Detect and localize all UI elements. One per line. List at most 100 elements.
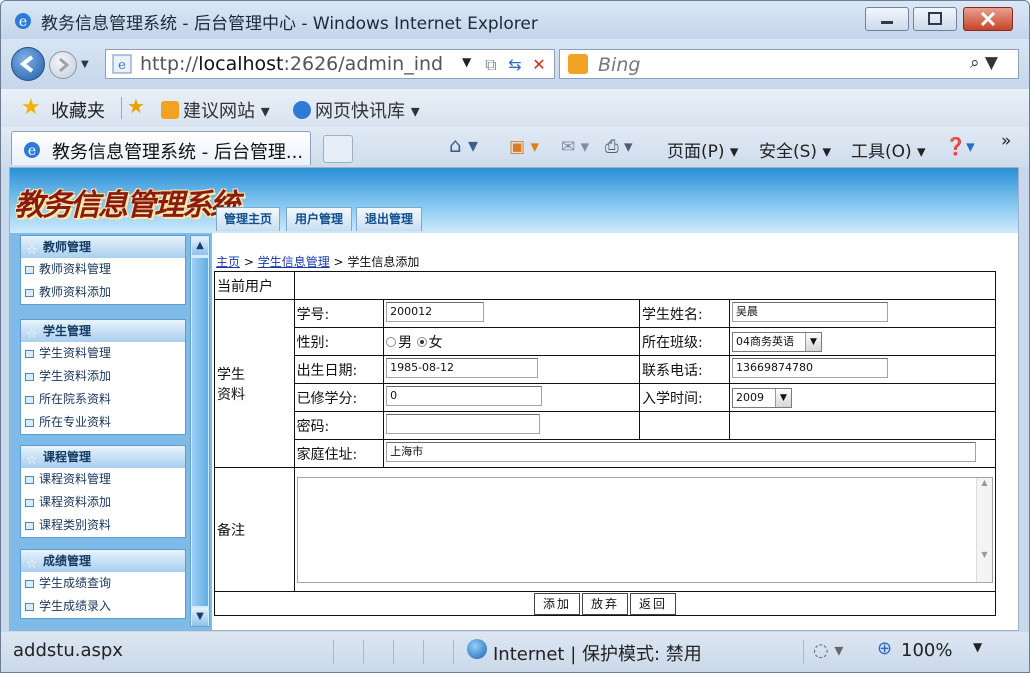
browser-tab[interactable]: e 教务信息管理系统 - 后台管理...: [11, 131, 311, 165]
add-button[interactable]: 添加: [533, 592, 580, 615]
address-dropdown-icon[interactable]: ▼: [462, 55, 471, 69]
phone-input[interactable]: 13669874780: [732, 357, 889, 378]
search-icon[interactable]: ⌕ ▼: [970, 53, 998, 73]
student-id-input[interactable]: 200012: [386, 301, 485, 322]
dropdown-arrow-icon: ▼: [775, 388, 792, 407]
sidebar-item[interactable]: 课程类别资料: [21, 514, 185, 537]
maximize-icon: [928, 12, 942, 25]
add-favorite-icon[interactable]: ★: [127, 94, 145, 118]
svg-text:e: e: [28, 143, 36, 159]
safety-menu[interactable]: 安全(S) ▾: [759, 137, 831, 162]
back-button[interactable]: [11, 47, 45, 81]
history-dropdown-icon[interactable]: ▼: [81, 59, 89, 70]
current-user-value: [293, 271, 997, 300]
stop-icon[interactable]: ✕: [528, 54, 550, 76]
sidebar-group-header[interactable]: ☆ 成绩管理: [21, 550, 185, 572]
sidebar-item[interactable]: 学生资料管理: [21, 342, 185, 365]
app-logo: 教务信息管理系统: [14, 188, 240, 223]
tab-ie-icon: e: [24, 142, 40, 159]
gender-female-radio[interactable]: [416, 336, 427, 347]
suggested-sites-link[interactable]: 建议网站 ▾: [161, 97, 270, 123]
ie-icon: e: [15, 13, 31, 30]
breadcrumb-home-link[interactable]: 主页: [216, 255, 240, 269]
sidebar: ☆ 教师管理 教师资料管理 教师资料添加 ☆ 学生管理 学生资料管理 学生资料添加 所在院系资料…: [10, 233, 212, 630]
window-title: 教务信息管理系统 - 后台管理中心 - Windows Internet Exp…: [41, 14, 538, 34]
new-tab-button[interactable]: [323, 135, 353, 163]
nav-tab-home[interactable]: 管理主页: [216, 207, 280, 231]
sidebar-item[interactable]: 学生资料添加: [21, 365, 185, 388]
privacy-icon[interactable]: ◌ ▾: [813, 640, 843, 661]
gender-male-radio[interactable]: [386, 336, 397, 347]
forward-button[interactable]: [49, 51, 77, 79]
sidebar-group-header[interactable]: ☆ 学生管理: [21, 320, 185, 342]
address-input[interactable]: 上海市: [386, 441, 977, 462]
scroll-up-icon[interactable]: ▲: [192, 237, 208, 255]
credits-input[interactable]: 0: [386, 385, 543, 406]
web-slice-gallery-link[interactable]: 网页快讯库 ▾: [293, 97, 420, 123]
favorites-button[interactable]: 收藏夹: [51, 97, 105, 123]
zoom-level[interactable]: 100%: [901, 640, 952, 661]
print-icon[interactable]: ⎙ ▾: [605, 137, 633, 157]
scroll-thumb[interactable]: [192, 258, 208, 606]
close-button[interactable]: [963, 7, 1013, 31]
mail-icon[interactable]: ✉ ▾: [561, 137, 589, 157]
textarea-scrollbar[interactable]: ▲ ▼: [976, 477, 992, 582]
sidebar-group-header[interactable]: ☆ 教师管理: [21, 236, 185, 258]
favorites-separator: [121, 97, 122, 119]
zoom-dropdown-icon[interactable]: ▼: [973, 640, 982, 654]
address-bar[interactable]: e http://localhost:2626/admin_ind ▼ ⧉ ⇆ …: [105, 49, 555, 79]
zoom-icon[interactable]: ⊕: [877, 638, 892, 659]
sidebar-scrollbar[interactable]: ▲ ▼: [190, 235, 210, 627]
tab-label: 教务信息管理系统 - 后台管理...: [52, 142, 304, 163]
search-box[interactable]: Bing ⌕ ▼: [559, 49, 1019, 79]
student-name-input[interactable]: 吴晨: [732, 301, 889, 322]
empty-cell: [729, 411, 996, 440]
sidebar-item[interactable]: 学生成绩录入: [21, 595, 185, 618]
breadcrumb-current: 学生信息添加: [347, 255, 420, 269]
remarks-label: 备注: [214, 467, 295, 592]
search-placeholder: Bing: [598, 54, 641, 76]
nav-tab-logout[interactable]: 退出管理: [356, 207, 422, 231]
page-icon: [25, 373, 34, 381]
page-icon: [25, 289, 34, 297]
page-menu[interactable]: 页面(P) ▾: [667, 137, 738, 162]
sidebar-item[interactable]: 学生成绩查询: [21, 572, 185, 595]
back-button-form[interactable]: 返回: [630, 592, 677, 615]
discard-button[interactable]: 放弃: [581, 592, 628, 615]
class-select[interactable]: 04商务英语 ▼: [732, 331, 823, 352]
tools-menu[interactable]: 工具(O) ▾: [851, 137, 926, 162]
security-zone[interactable]: Internet | 保护模式: 禁用: [493, 640, 702, 666]
page-icon: [25, 522, 34, 530]
sidebar-item[interactable]: 课程资料添加: [21, 491, 185, 514]
scroll-down-icon[interactable]: ▼: [192, 608, 208, 626]
breadcrumb-section-link[interactable]: 学生信息管理: [258, 255, 330, 269]
home-icon[interactable]: ⌂ ▾: [449, 133, 478, 157]
enroll-year-select[interactable]: 2009 ▼: [732, 387, 793, 408]
title-bar: e 教务信息管理系统 - 后台管理中心 - Windows Internet E…: [1, 1, 1029, 39]
chevron-more-icon[interactable]: »: [1001, 131, 1011, 151]
feeds-icon[interactable]: ▣ ▾: [509, 137, 539, 157]
sidebar-item[interactable]: 所在院系资料: [21, 388, 185, 411]
sidebar-item[interactable]: 所在专业资料: [21, 411, 185, 434]
sidebar-item[interactable]: 教师资料管理: [21, 258, 185, 281]
sidebar-group: ☆ 教师管理 教师资料管理 教师资料添加: [20, 235, 186, 305]
class-label: 所在班级:: [639, 327, 731, 356]
remarks-textarea[interactable]: ▲ ▼: [296, 476, 993, 583]
phone-label: 联系电话:: [639, 355, 731, 384]
back-arrow-icon: [19, 55, 34, 73]
sidebar-group: ☆ 学生管理 学生资料管理 学生资料添加 所在院系资料 所在专业资料: [20, 319, 186, 435]
sidebar-item[interactable]: 教师资料添加: [21, 281, 185, 304]
birth-date-input[interactable]: 1985-08-12: [386, 357, 539, 378]
minimize-button[interactable]: [865, 7, 909, 31]
maximize-button[interactable]: [913, 7, 957, 31]
sidebar-group: ☆ 课程管理 课程资料管理 课程资料添加 课程类别资料: [20, 445, 186, 538]
refresh-icon[interactable]: ⇆: [504, 54, 526, 76]
sidebar-group-header[interactable]: ☆ 课程管理: [21, 446, 185, 468]
compat-view-icon[interactable]: ⧉: [480, 54, 502, 76]
sidebar-item[interactable]: 课程资料管理: [21, 468, 185, 491]
password-input[interactable]: [386, 413, 541, 434]
help-icon[interactable]: ❓▾: [945, 137, 975, 157]
favorites-star-icon[interactable]: ★: [21, 95, 41, 120]
browser-window: e 教务信息管理系统 - 后台管理中心 - Windows Internet E…: [0, 0, 1030, 673]
nav-tab-users[interactable]: 用户管理: [286, 207, 352, 231]
